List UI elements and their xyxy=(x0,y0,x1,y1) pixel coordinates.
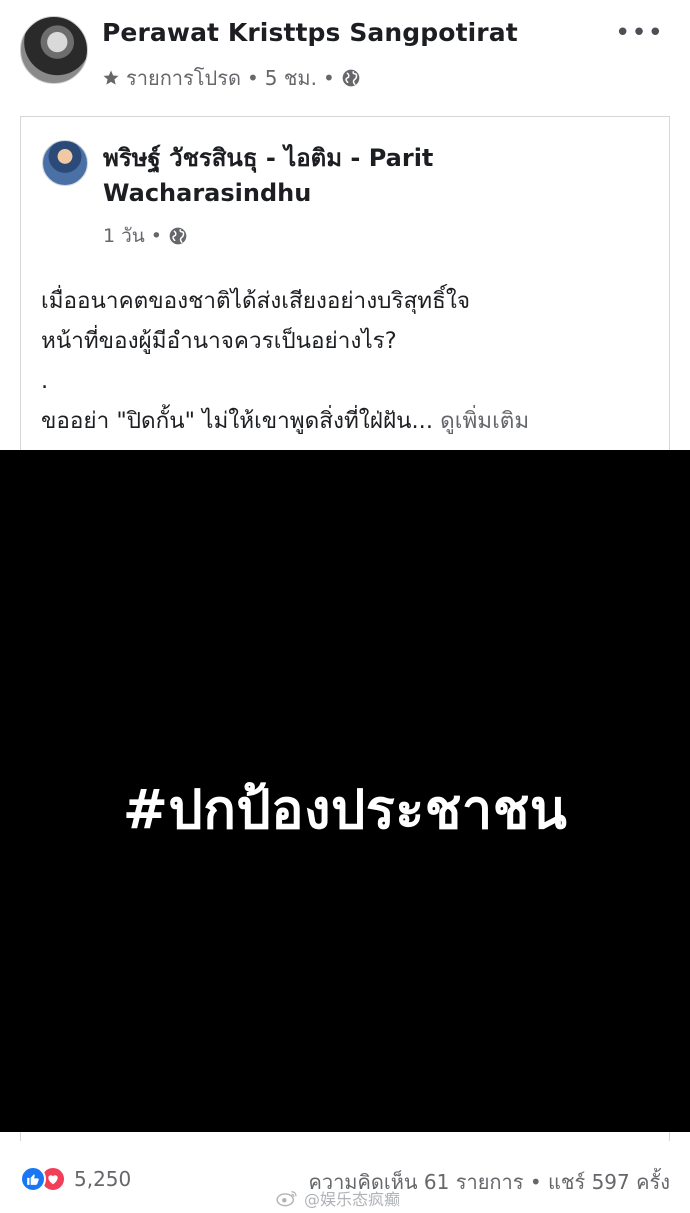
like-reaction-icon xyxy=(20,1166,46,1192)
star-icon xyxy=(103,70,119,85)
post-text-line-last: ขออย่า "ปิดกั้น" ไม่ให้เขาพูดสิ่งที่ใฝ่ฝ… xyxy=(41,401,656,441)
shared-post-time[interactable]: 1 วัน xyxy=(103,221,145,251)
favorites-label: รายการโปรด xyxy=(126,66,241,90)
globe-icon xyxy=(169,227,187,245)
separator-dot: • xyxy=(246,66,259,90)
see-more-link[interactable]: ดูเพิ่มเติม xyxy=(440,408,529,434)
weibo-logo-icon xyxy=(276,1191,297,1207)
author-name[interactable]: Perawat Kristtps Sangpotirat xyxy=(102,18,518,47)
shared-post-meta: 1 วัน • xyxy=(103,221,188,251)
image-hashtag-text: #ปกป้องประชาชน xyxy=(122,778,568,841)
post-header: Perawat Kristtps Sangpotirat รายการโปรด … xyxy=(0,0,690,110)
reactions-summary[interactable]: 5,250 xyxy=(20,1166,131,1192)
watermark-text: @娱乐态疯癫 xyxy=(304,1190,401,1209)
separator-dot: • xyxy=(150,225,163,247)
more-options-button[interactable]: ••• xyxy=(615,18,664,48)
post-text-line: . xyxy=(41,368,49,394)
shared-author-avatar[interactable] xyxy=(42,140,88,186)
post-meta: รายการโปรด • 5 ชม. • xyxy=(102,62,361,94)
separator-dot: • xyxy=(322,66,335,90)
shared-post-text: เมื่ออนาคตของชาติได้ส่งเสียงอย่างบริสุทธ… xyxy=(41,281,656,441)
post-text-line: ขออย่า "ปิดกั้น" ไม่ให้เขาพูดสิ่งที่ใฝ่ฝ… xyxy=(41,408,433,434)
separator-dot: • xyxy=(529,1170,542,1194)
post-time[interactable]: 5 ชม. xyxy=(265,62,317,94)
watermark: @娱乐态疯癫 xyxy=(276,1186,400,1210)
shared-author-name[interactable]: พริษฐ์ วัชรสินธุ - ไอติม - Parit Wachara… xyxy=(103,141,623,211)
post-text-line: เมื่ออนาคตของชาติได้ส่งเสียงอย่างบริสุทธ… xyxy=(41,288,471,314)
post-image[interactable]: #ปกป้องประชาชน xyxy=(0,450,690,1132)
shares-count-link[interactable]: แชร์ 597 ครั้ง xyxy=(548,1170,670,1194)
author-avatar[interactable] xyxy=(20,16,88,84)
post-text-line: หน้าที่ของผู้มีอำนาจควรเป็นอย่างไร? xyxy=(41,328,397,354)
reaction-count: 5,250 xyxy=(74,1167,132,1191)
globe-icon xyxy=(342,69,360,87)
